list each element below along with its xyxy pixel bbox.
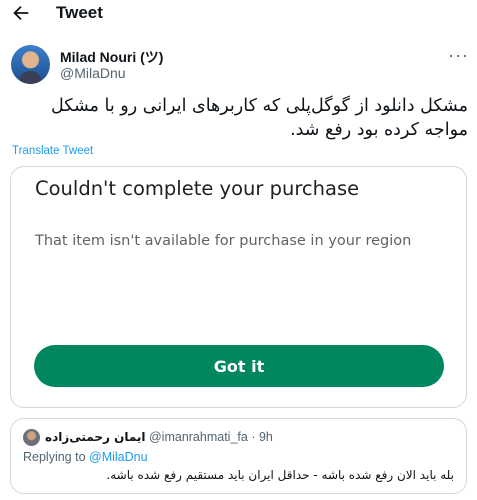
quoted-tweet[interactable]: ایمان رحمتی‌زاده @imanrahmati_fa · 9h Re… [10,418,467,494]
quote-text: بله باید الان رفع شده باشه - حداقل ایران… [106,468,454,482]
top-bar: Tweet [0,0,477,30]
author-handle[interactable]: @MilaDnu [60,65,126,81]
replying-to: Replying to @MilaDnu [23,450,148,464]
more-options-button[interactable]: ··· [448,45,469,65]
dialog-title: Couldn't complete your purchase [35,177,360,200]
got-it-button: Got it [34,345,444,387]
page-title: Tweet [56,3,103,22]
replying-to-label: Replying to [23,450,86,464]
arrow-left-icon [13,5,29,21]
author-avatar[interactable] [11,45,50,84]
tweet-text: مشکل دانلود از گوگل‌پلی که کاربرهای ایرا… [51,96,468,140]
quote-avatar [23,429,40,446]
more-horizontal-icon: ··· [448,45,469,65]
author-name[interactable]: Milad Nouri (ツ) [60,47,163,67]
replying-to-handle[interactable]: @MilaDnu [89,450,148,464]
quote-time: 9h [258,430,273,444]
translate-tweet-link[interactable]: Translate Tweet [12,145,93,157]
quote-header: ایمان رحمتی‌زاده @imanrahmati_fa · 9h [45,430,273,444]
dialog-message: That item isn't available for purchase i… [35,233,412,249]
quote-separator: · [251,430,256,444]
tweet-media-screenshot[interactable]: Couldn't complete your purchase That ite… [10,166,467,408]
back-button[interactable] [10,2,32,24]
quote-author-handle: @imanrahmati_fa [148,430,248,444]
quote-author-name: ایمان رحمتی‌زاده [45,430,146,444]
